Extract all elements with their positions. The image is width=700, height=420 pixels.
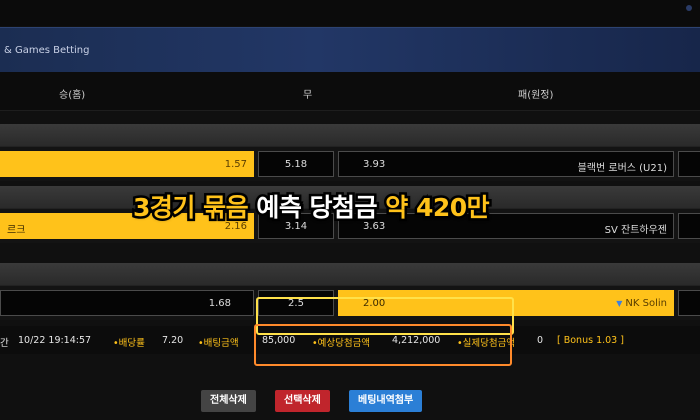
- away-team-name: 블랙번 로버스 (U21): [577, 163, 667, 174]
- section-title-bar: & Games Betting: [0, 27, 700, 72]
- home-odds-cell[interactable]: 1.57: [0, 151, 254, 177]
- extra-cell[interactable]: [678, 213, 700, 239]
- caption-part-1: 3경기 묶음: [130, 191, 251, 225]
- league-group-header: [0, 124, 700, 147]
- draw-odds-cell[interactable]: 5.18: [258, 151, 334, 177]
- actual-winnings-value: 0: [537, 335, 544, 346]
- column-away: 패(원정): [518, 90, 554, 101]
- delete-selected-button[interactable]: 선택삭제: [275, 390, 330, 412]
- highlight-box-orange: [254, 324, 512, 366]
- caption-part-3: 약 420만: [383, 191, 492, 225]
- column-draw: 무: [303, 90, 313, 101]
- draw-odds-value: 5.18: [284, 159, 308, 170]
- column-header: 승(홈) 무 패(원정): [0, 72, 700, 111]
- odds-rate-label: •배당률: [113, 338, 145, 349]
- overlay-caption: 3경기 묶음 예측 당첨금 약 420만: [130, 188, 653, 225]
- league-group-header: [0, 263, 700, 286]
- extra-cell[interactable]: [678, 290, 700, 316]
- home-team-name: 르크: [7, 225, 26, 236]
- bet-amount-label: •배팅금액: [198, 338, 239, 349]
- top-bar: [0, 0, 700, 26]
- odds-rate-value: 7.20: [162, 335, 184, 346]
- triangle-down-icon: ▼: [616, 299, 623, 308]
- away-odds-value: 3.93: [363, 159, 386, 170]
- away-team-label: ▼ NK Solin: [616, 298, 667, 309]
- caption-part-2: 예측 당첨금: [248, 191, 386, 225]
- delete-all-button[interactable]: 전체삭제: [201, 390, 256, 412]
- bonus-badge: [ Bonus 1.03 ]: [557, 335, 624, 346]
- section-title: & Games Betting: [4, 45, 90, 56]
- window-dot-icon: [686, 5, 692, 11]
- home-odds-cell[interactable]: 1.68: [0, 290, 254, 316]
- match-row: 1.57 5.18 3.93 블랙번 로버스 (U21): [0, 147, 700, 181]
- slip-prefix: 간: [0, 338, 9, 349]
- extra-cell[interactable]: [678, 151, 700, 177]
- bet-time: 10/22 19:14:57: [18, 335, 92, 346]
- home-odds-value: 1.57: [224, 159, 247, 170]
- home-odds-value: 1.68: [208, 298, 231, 309]
- column-home: 승(홈): [59, 90, 86, 101]
- attach-history-button[interactable]: 베팅내역첨부: [349, 390, 423, 412]
- away-team-name: NK Solin: [625, 298, 667, 309]
- away-odds-cell[interactable]: 3.93 블랙번 로버스 (U21): [338, 151, 674, 177]
